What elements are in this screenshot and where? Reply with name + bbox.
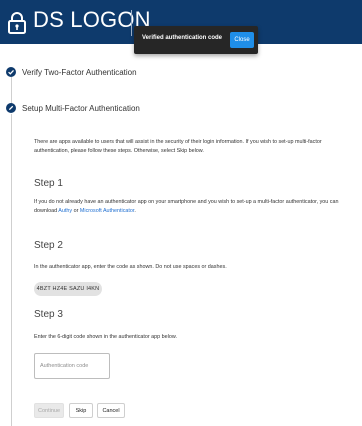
step-title-verify: Verify Two-Factor Authentication [22,68,137,77]
step-connector-active [11,114,12,426]
secret-code-chip: 4BZT HZ4E SAZU I4KN [34,282,102,296]
step1-heading: Step 1 [34,178,63,189]
step1-text: If you do not already have an authentica… [34,198,356,216]
step-complete-indicator [6,67,16,77]
toast-close-button[interactable]: Close [230,32,254,48]
step-title-setup: Setup Multi-Factor Authentication [22,104,140,113]
microsoft-authenticator-link[interactable]: Microsoft Authenticator [80,208,135,214]
step2-text: In the authenticator app, enter the code… [34,264,227,270]
step3-text: Enter the 6-digit code shown in the auth… [34,334,177,340]
authy-link[interactable]: Authy [58,208,72,214]
step1-text-end: . [134,208,136,214]
step1-text-or: or [72,208,80,214]
step2-heading: Step 2 [34,240,63,251]
cancel-button[interactable]: Cancel [97,403,125,418]
skip-button[interactable]: Skip [69,403,93,418]
pencil-icon [9,105,14,110]
authentication-code-input[interactable] [34,353,110,379]
intro-text: There are apps available to users that w… [34,139,322,154]
continue-button[interactable]: Continue [34,403,64,418]
step3-heading: Step 3 [34,309,63,320]
step-active-indicator [6,103,16,113]
lock-icon [8,12,26,34]
check-icon [8,69,14,75]
header-divider [131,10,132,36]
toast-message: Verified authentication code [142,35,223,41]
toast-notification: Verified authentication code Close [134,26,258,54]
step-connector [11,77,12,104]
